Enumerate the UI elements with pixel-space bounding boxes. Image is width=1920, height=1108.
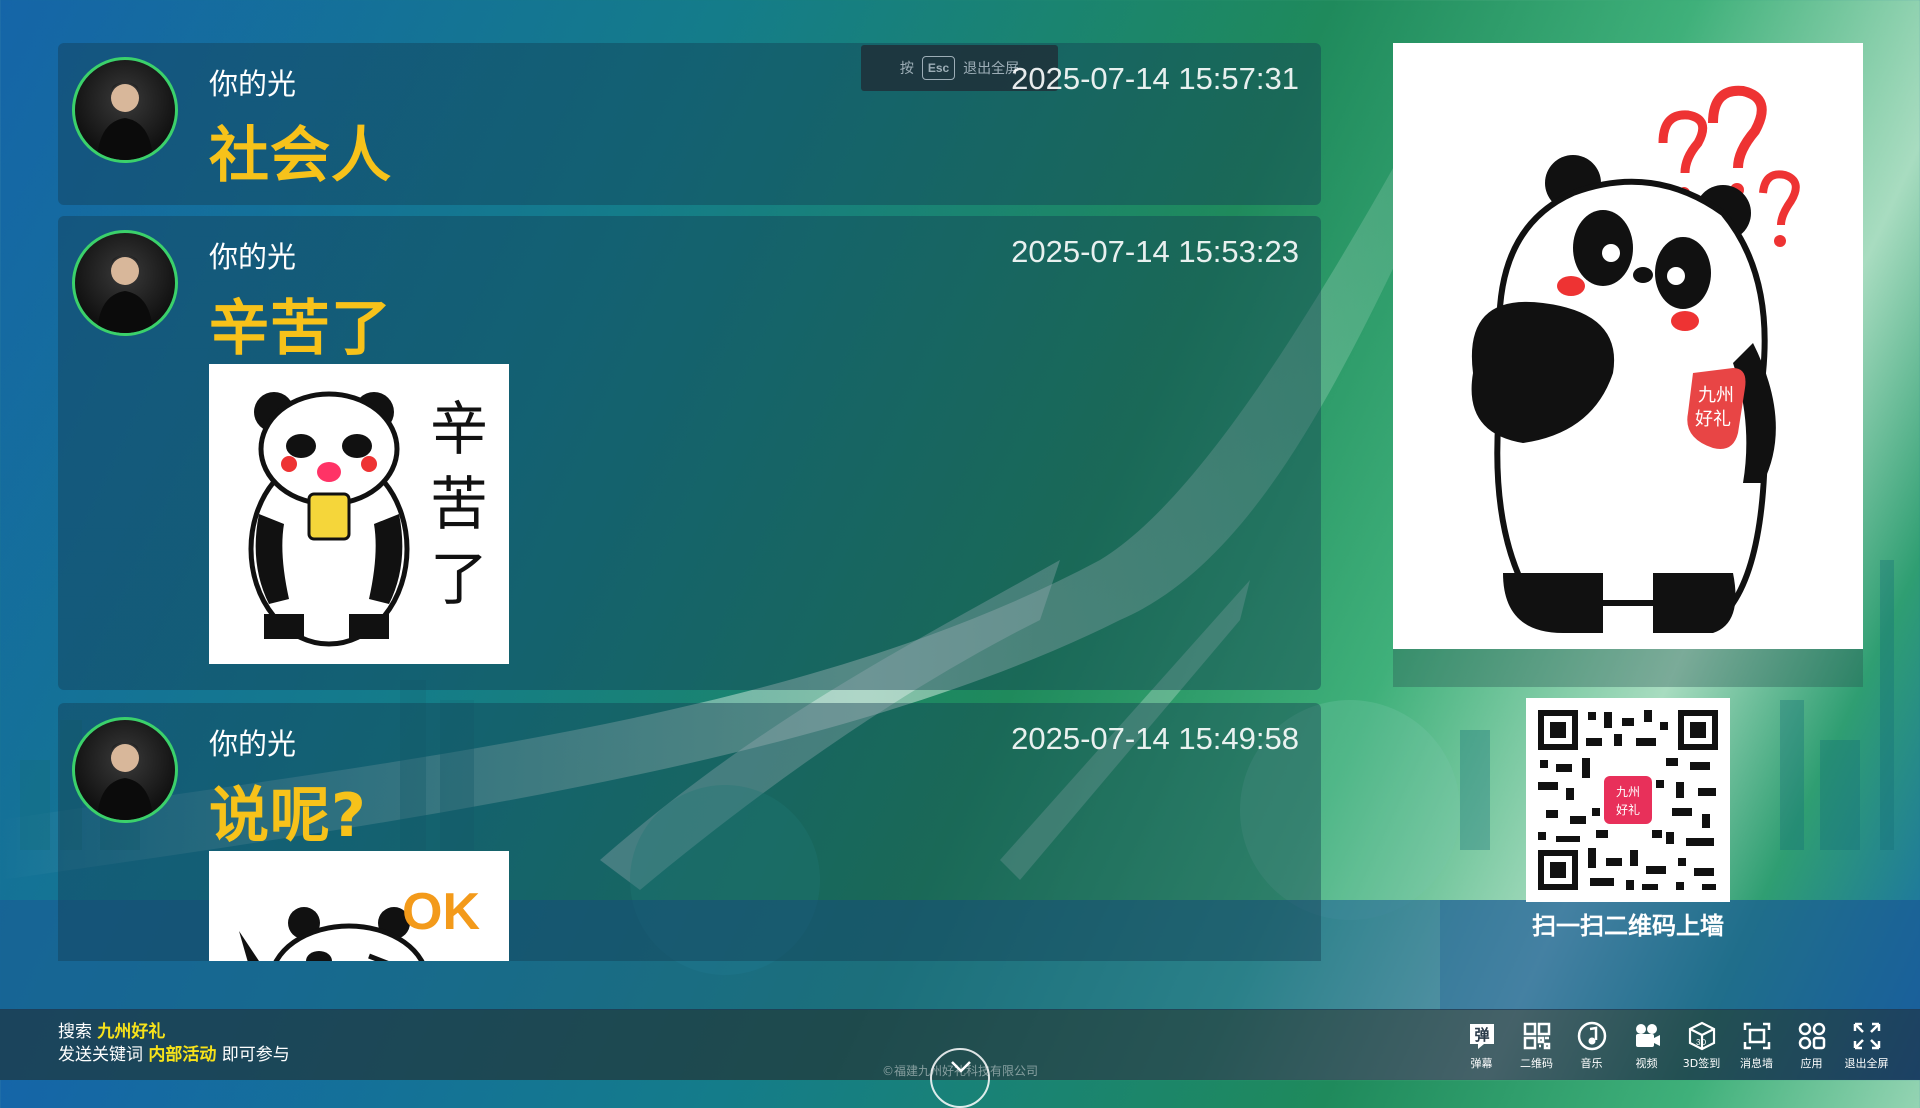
- qr-logo-text: 好礼: [1616, 802, 1640, 817]
- cube-icon: 3D: [1685, 1019, 1719, 1053]
- promo-text: 搜索 九州好礼 发送关键词 内部活动 即可参与: [58, 1021, 290, 1067]
- video-icon: [1630, 1019, 1664, 1053]
- sender-name: 你的光: [209, 240, 297, 274]
- danmaku-icon: 弹: [1465, 1019, 1499, 1053]
- message-time: 2025-07-14 15:53:23: [1011, 234, 1299, 269]
- svg-text:弹: 弹: [1474, 1026, 1489, 1044]
- brand-badge-text: 好礼: [1695, 409, 1731, 430]
- copyright-text: ©福建九州好礼科技有限公司: [881, 1064, 1038, 1078]
- qr-caption: 扫一扫二维码上墙: [1532, 912, 1724, 940]
- message-text: 辛苦了: [209, 294, 392, 364]
- promo-brand-name: 九州好礼: [97, 1022, 166, 1042]
- sticker-char: 辛: [430, 395, 488, 463]
- promo-search-prefix: 搜索: [58, 1022, 98, 1042]
- sticker-char: 了: [430, 545, 488, 613]
- sender-name: 你的光: [209, 727, 297, 761]
- qr-code[interactable]: 九州 好礼: [1526, 698, 1730, 902]
- sender-name: 你的光: [209, 67, 297, 101]
- message-wall-icon: [1740, 1019, 1774, 1053]
- message-item: 你的光 2025-07-14 15:57:31 社会人: [58, 43, 1321, 205]
- message-item: 你的光 2025-07-14 15:49:58 说呢? OK: [58, 703, 1321, 961]
- message-time: 2025-07-14 15:57:31: [1011, 61, 1299, 96]
- panda-ok-sticker-image[interactable]: OK: [209, 851, 509, 961]
- side-image-footer: [1393, 649, 1863, 687]
- featured-panda-image: 九州 好礼: [1393, 43, 1863, 649]
- exit-fullscreen-icon: [1850, 1019, 1884, 1053]
- brand-badge-text: 九州: [1698, 385, 1734, 406]
- message-wall: 你的光 2025-07-14 15:57:31 社会人 你的光 2025-07-…: [58, 43, 1321, 961]
- qrcode-icon: [1520, 1019, 1554, 1053]
- avatar: [72, 230, 178, 336]
- avatar: [72, 717, 178, 823]
- svg-text:3D: 3D: [1696, 1038, 1706, 1047]
- avatar: [72, 57, 178, 163]
- music-icon: [1575, 1019, 1609, 1053]
- sticker-ok-text: OK: [402, 883, 480, 941]
- message-item: 你的光 2025-07-14 15:53:23 辛苦了 辛 苦 了: [58, 216, 1321, 690]
- sticker-char: 苦: [430, 470, 488, 538]
- message-text: 社会人: [209, 121, 392, 191]
- qr-logo-text: 九州: [1616, 785, 1640, 799]
- apps-icon: [1795, 1019, 1829, 1053]
- message-text: 说呢?: [209, 781, 367, 851]
- message-time: 2025-07-14 15:49:58: [1011, 721, 1299, 756]
- promo-line-1: 搜索 九州好礼: [58, 1021, 290, 1044]
- panda-sticker-image[interactable]: 辛 苦 了: [209, 364, 509, 664]
